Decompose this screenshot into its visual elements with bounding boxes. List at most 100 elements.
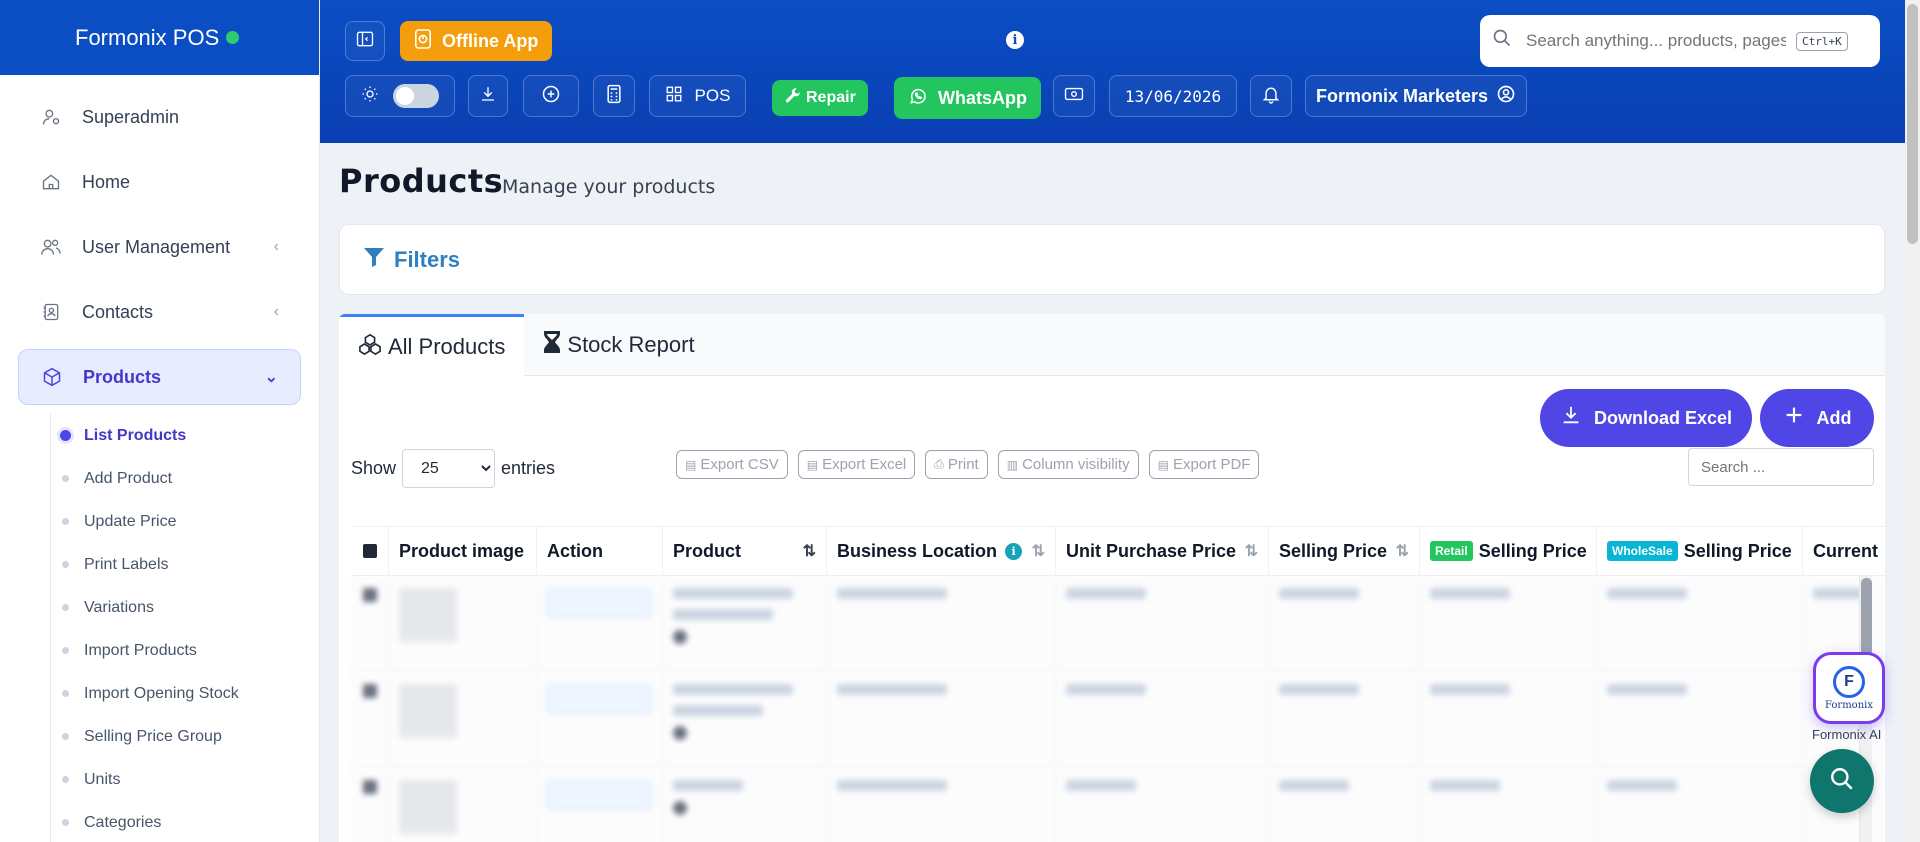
product-thumbnail <box>399 780 457 834</box>
global-search[interactable]: Ctrl+K <box>1480 15 1880 67</box>
sort-icon: ⇅ <box>1244 543 1258 560</box>
subnav-add-product[interactable]: Add Product <box>50 457 319 500</box>
ai-assistant-button[interactable]: F Formonix <box>1813 652 1885 724</box>
subnav-import-opening-stock[interactable]: Import Opening Stock <box>50 672 319 715</box>
export-label: Export CSV <box>700 456 779 473</box>
filters-label: Filters <box>394 246 461 272</box>
wholesale-badge: WholeSale <box>1607 541 1678 561</box>
plus-icon <box>1783 404 1805 432</box>
date-display[interactable]: 13/06/2026 <box>1109 75 1237 117</box>
page-scrollbar[interactable] <box>1905 0 1920 842</box>
export-pdf-button[interactable]: ▤ Export PDF <box>1148 450 1260 479</box>
theme-toggle[interactable] <box>345 75 455 117</box>
top-header: Offline App i POS Repair WhatsApp 13/06/… <box>320 0 1905 143</box>
sidebar-item-home[interactable]: Home <box>18 154 301 210</box>
subnav-import-products[interactable]: Import Products <box>50 629 319 672</box>
tab-all-products[interactable]: All Products <box>339 314 525 376</box>
theme-switch[interactable] <box>393 84 439 108</box>
floating-search-button[interactable] <box>1810 749 1874 813</box>
brand[interactable]: Formonix POS <box>0 0 319 75</box>
col-business-location[interactable]: Business Location i ⇅ <box>827 526 1056 576</box>
product-thumbnail <box>399 588 457 642</box>
cash-register-button[interactable] <box>1053 75 1095 117</box>
table-row[interactable] <box>351 672 1885 768</box>
whatsapp-button[interactable]: WhatsApp <box>894 77 1041 119</box>
row-checkbox[interactable] <box>363 684 377 698</box>
offline-app-button[interactable]: Offline App <box>400 21 553 61</box>
export-label: Print <box>947 456 979 473</box>
filters-panel[interactable]: Filters <box>339 224 1885 295</box>
wrench-icon <box>784 87 802 110</box>
sidebar-toggle-button[interactable] <box>345 21 385 61</box>
row-indicator <box>673 801 687 815</box>
row-checkbox[interactable] <box>363 588 377 602</box>
add-product-button[interactable]: Add <box>1760 389 1874 447</box>
export-label: Column visibility <box>1022 456 1130 473</box>
sidebar-nav: Superadmin Home User Management ‹ Contac… <box>0 75 319 405</box>
plus-circle-icon <box>541 84 561 109</box>
notifications-button[interactable] <box>1250 75 1292 117</box>
info-icon[interactable]: i <box>1005 542 1023 560</box>
whatsapp-label: WhatsApp <box>938 87 1027 108</box>
subnav-selling-price-group[interactable]: Selling Price Group <box>50 715 319 758</box>
subnav-units[interactable]: Units <box>50 758 319 801</box>
col-action[interactable]: Action <box>537 526 663 576</box>
money-icon <box>1064 86 1084 107</box>
subnav-categories[interactable]: Categories <box>50 801 319 842</box>
tab-stock-report[interactable]: Stock Report <box>524 314 713 376</box>
quick-add-button[interactable] <box>523 75 579 117</box>
sidebar-item-superadmin[interactable]: Superadmin <box>18 89 301 145</box>
column-visibility-button[interactable]: ▥ Column visibility <box>997 450 1139 479</box>
subnav-variations[interactable]: Variations <box>50 586 319 629</box>
export-csv-button[interactable]: ▤ Export CSV <box>676 450 788 479</box>
export-excel-button[interactable]: ▤ Export Excel <box>797 450 916 479</box>
col-product-image[interactable]: Product image <box>389 526 537 576</box>
col-current-stock[interactable]: Current <box>1803 526 1885 576</box>
sidebar-item-contacts[interactable]: Contacts ‹ <box>18 284 301 340</box>
col-product[interactable]: Product ⇅ <box>663 526 827 576</box>
col-wholesale-selling-price[interactable]: WholeSale Selling Price <box>1597 526 1803 576</box>
sidebar-item-label: Superadmin <box>82 106 180 127</box>
sidebar-item-user-management[interactable]: User Management ‹ <box>18 219 301 275</box>
business-label: Formonix Marketers <box>1315 85 1489 106</box>
print-button[interactable]: ⎙ Print <box>925 450 988 479</box>
contacts-icon <box>40 301 62 323</box>
col-label: Selling Price <box>1279 540 1388 561</box>
row-action-button[interactable] <box>547 588 651 618</box>
tab-label: All Products <box>388 333 506 359</box>
subnav-list-products[interactable]: List Products <box>50 414 319 457</box>
business-menu-button[interactable]: Formonix Marketers <box>1305 75 1527 117</box>
subnav-print-labels[interactable]: Print Labels <box>50 543 319 586</box>
show-label: Show <box>351 458 397 478</box>
download-icon <box>479 85 497 108</box>
sidebar-item-products[interactable]: Products ⌄ <box>18 349 301 405</box>
filter-icon <box>362 245 386 275</box>
page-title: Products <box>339 162 504 200</box>
row-checkbox[interactable] <box>363 780 377 794</box>
download-icon <box>1560 404 1582 432</box>
col-selling-price[interactable]: Selling Price ⇅ <box>1269 526 1420 576</box>
table-row[interactable] <box>351 768 1885 842</box>
page-size-select[interactable]: 25 <box>402 449 496 488</box>
page-size-control: Show 25 entries <box>351 449 555 488</box>
product-thumbnail <box>399 684 457 738</box>
download-app-button[interactable] <box>468 75 508 117</box>
search-icon <box>1492 28 1512 54</box>
table-search-input[interactable] <box>1688 448 1874 486</box>
sort-icon: ⇅ <box>1031 543 1045 560</box>
subnav-update-price[interactable]: Update Price <box>50 500 319 543</box>
row-action-button[interactable] <box>547 684 651 714</box>
pos-button[interactable]: POS <box>649 75 746 117</box>
calculator-button[interactable] <box>593 75 635 117</box>
select-all-checkbox[interactable] <box>363 544 377 558</box>
info-icon[interactable]: i <box>1006 31 1024 49</box>
col-retail-selling-price[interactable]: Retail Selling Price <box>1420 526 1597 576</box>
download-excel-button[interactable]: Download Excel <box>1540 389 1752 447</box>
repair-button[interactable]: Repair <box>772 80 868 116</box>
scrollbar-thumb[interactable] <box>1907 4 1918 244</box>
offline-app-icon <box>414 28 432 54</box>
table-row[interactable] <box>351 576 1885 672</box>
global-search-input[interactable] <box>1526 31 1786 51</box>
row-action-button[interactable] <box>547 780 651 810</box>
col-unit-purchase-price[interactable]: Unit Purchase Price ⇅ <box>1056 526 1269 576</box>
